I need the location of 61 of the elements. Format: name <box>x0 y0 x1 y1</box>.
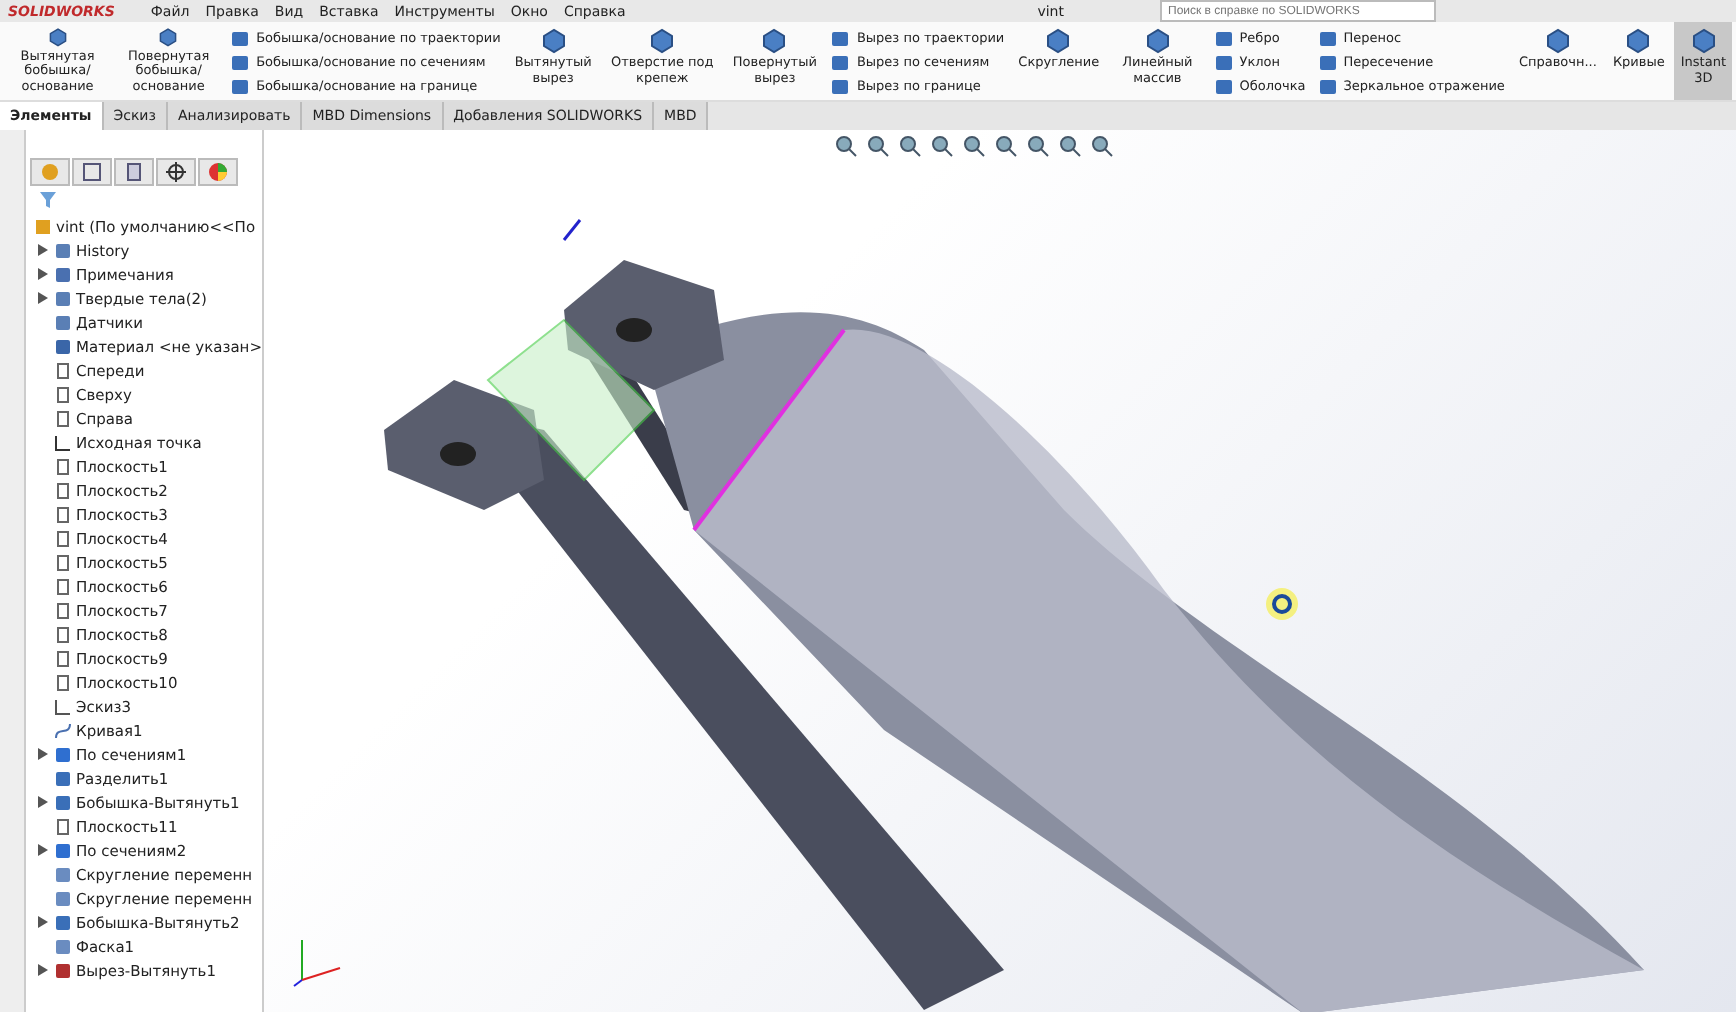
view-tool-icon[interactable] <box>1026 134 1050 158</box>
view-tool-icon[interactable] <box>898 134 922 158</box>
feature-icon <box>230 27 251 47</box>
filter-icon <box>38 190 58 210</box>
feature-icon <box>1317 27 1338 47</box>
feature-icon <box>1213 51 1234 71</box>
feature-icon <box>1213 27 1234 47</box>
fillet-icon <box>54 937 72 955</box>
feature-icon <box>54 913 72 931</box>
loft-icon <box>54 745 72 763</box>
note-icon <box>54 265 72 283</box>
document-icon <box>124 162 144 182</box>
loft-icon <box>54 841 72 859</box>
material-icon <box>54 337 72 355</box>
color-wheel-icon <box>208 162 228 182</box>
expand-arrow-icon[interactable] <box>38 292 48 304</box>
config-tab[interactable] <box>114 158 154 186</box>
feature-tree-icon <box>40 162 60 182</box>
origin-icon <box>54 433 72 451</box>
feature-icon <box>648 26 677 54</box>
sketch-icon <box>54 697 72 715</box>
view-tool-icon[interactable] <box>866 134 890 158</box>
feature-icon <box>230 75 251 95</box>
view-tool-icon[interactable] <box>962 134 986 158</box>
plane-icon <box>54 817 72 835</box>
expand-arrow-icon[interactable] <box>38 748 48 760</box>
dimxpert-tab[interactable] <box>156 158 196 186</box>
view-tool-icon[interactable] <box>930 134 954 158</box>
feature-icon <box>830 75 851 95</box>
expand-arrow-icon[interactable] <box>38 916 48 928</box>
expand-arrow-icon[interactable] <box>38 796 48 808</box>
feature-icon <box>1213 75 1234 95</box>
expand-arrow-icon[interactable] <box>38 244 48 256</box>
curve-icon <box>54 721 72 739</box>
view-tool-icon[interactable] <box>834 134 858 158</box>
expand-arrow-icon[interactable] <box>38 268 48 280</box>
feature-icon <box>1624 26 1653 54</box>
feature-icon <box>1543 26 1572 54</box>
crosshair-icon <box>166 162 186 182</box>
property-tab[interactable] <box>72 158 112 186</box>
view-tool-icon[interactable] <box>994 134 1018 158</box>
feature-icon <box>1143 26 1172 54</box>
expand-arrow-icon[interactable] <box>38 844 48 856</box>
view-tool-icon[interactable] <box>1090 134 1114 158</box>
feature-icon <box>1689 26 1718 54</box>
loading-icon <box>1264 586 1300 622</box>
view-tool-icon[interactable] <box>1058 134 1082 158</box>
expand-arrow-icon[interactable] <box>38 964 48 976</box>
feature-icon <box>1317 51 1338 71</box>
list-icon <box>82 162 102 182</box>
part-icon <box>34 217 52 235</box>
feature-icon <box>539 26 568 54</box>
feature-icon <box>830 27 851 47</box>
feature-icon <box>760 26 789 54</box>
feature-icon <box>830 51 851 71</box>
feature-icon <box>230 51 251 71</box>
cut-icon <box>54 961 72 979</box>
appearance-tab[interactable] <box>198 158 238 186</box>
feature-icon <box>1317 75 1338 95</box>
feature-icon <box>1044 26 1073 54</box>
folder-icon <box>54 241 72 259</box>
